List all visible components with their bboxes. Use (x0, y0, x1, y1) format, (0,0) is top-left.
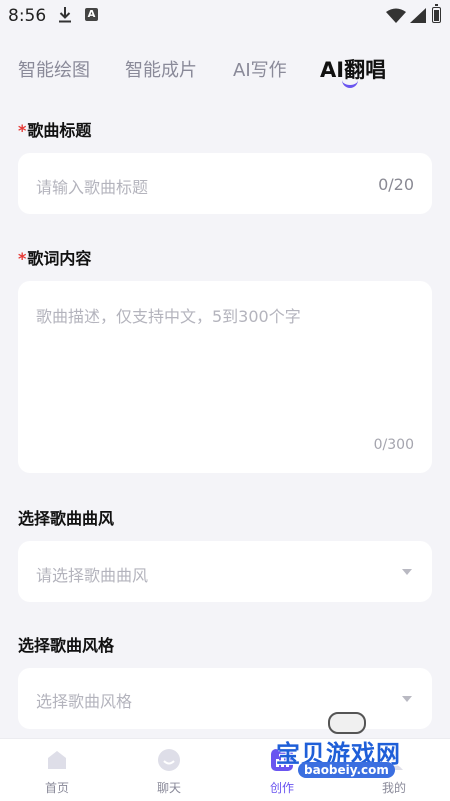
lyrics-placeholder: 歌曲描述，仅支持中文，5到300个字 (36, 307, 301, 326)
genre-label: 选择歌曲曲风 (18, 509, 115, 528)
feature-tabs: 智能绘图 智能成片 AI写作 AI翻唱 (0, 52, 450, 100)
watermark: 宝贝游戏网 baobeiy.com (276, 712, 446, 798)
style-placeholder: 选择歌曲风格 (36, 692, 133, 711)
lyrics-textarea[interactable]: 歌曲描述，仅支持中文，5到300个字 0/300 (18, 281, 432, 473)
lyrics-label: *歌词内容 (18, 249, 92, 268)
android-app-icon: A (85, 8, 98, 21)
tab-smart-drawing[interactable]: 智能绘图 (18, 56, 90, 82)
genre-select[interactable]: 请选择歌曲曲风 (18, 541, 432, 602)
battery-icon (432, 4, 441, 23)
status-bar: 8:56 A (0, 0, 450, 32)
signal-icon (410, 8, 426, 23)
song-title-placeholder: 请输入歌曲标题 (36, 178, 149, 197)
download-icon (59, 7, 71, 23)
home-icon (48, 751, 66, 769)
nav-chat[interactable]: 聊天 (129, 739, 209, 801)
tab-smart-video[interactable]: 智能成片 (125, 56, 197, 82)
lyrics-counter: 0/300 (373, 437, 414, 453)
chevron-down-icon (402, 696, 412, 702)
tab-ai-writing[interactable]: AI写作 (233, 56, 287, 82)
song-title-input[interactable]: 请输入歌曲标题 0/20 (18, 153, 432, 214)
status-time: 8:56 (8, 6, 47, 26)
style-label: 选择歌曲风格 (18, 636, 115, 655)
genre-placeholder: 请选择歌曲曲风 (36, 566, 149, 585)
nav-home[interactable]: 首页 (17, 739, 97, 801)
wifi-icon (386, 8, 406, 23)
required-mark: * (18, 121, 27, 140)
gamepad-icon (328, 712, 366, 734)
chat-icon (158, 749, 180, 771)
required-mark: * (18, 249, 27, 268)
watermark-url: baobeiy.com (298, 762, 395, 778)
song-title-counter: 0/20 (378, 175, 414, 194)
chevron-down-icon (402, 569, 412, 575)
song-title-label: *歌曲标题 (18, 121, 92, 140)
